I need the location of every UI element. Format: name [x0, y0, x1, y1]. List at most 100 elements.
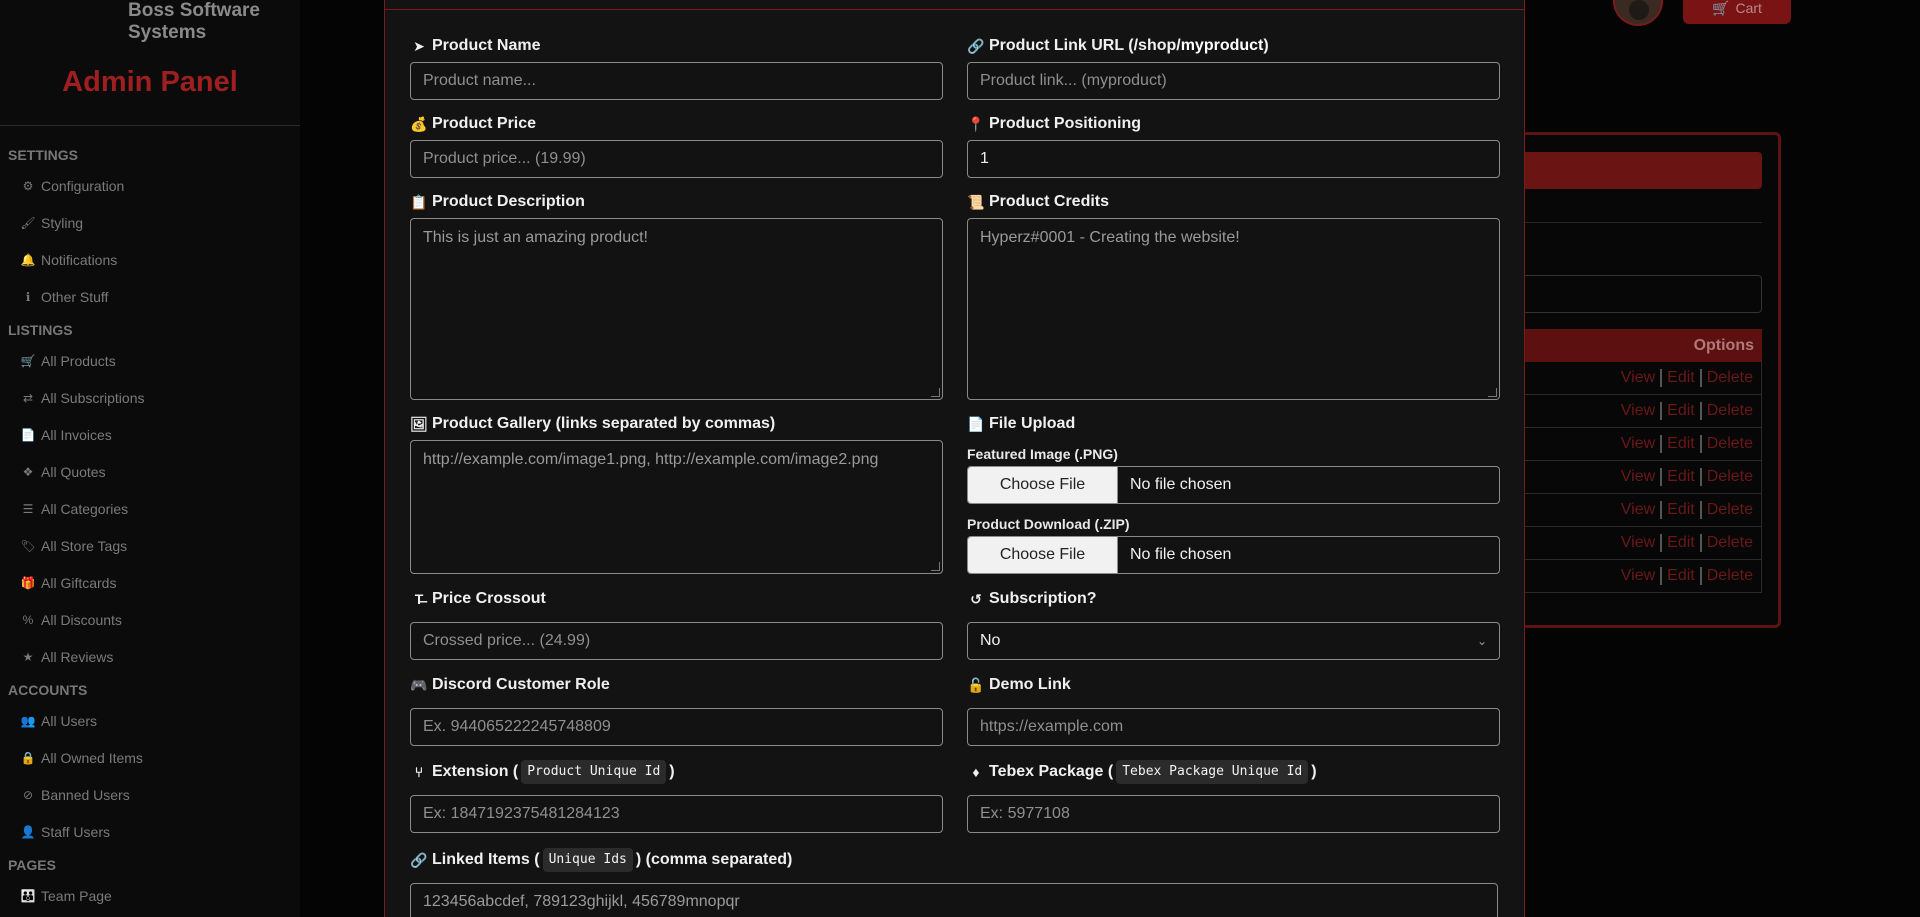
discord-role-label: Discord Customer Role	[432, 676, 610, 693]
product-link-label-bold: myproduct	[1180, 37, 1264, 54]
extension-label-prefix: Extension (	[432, 763, 519, 780]
product-download-status: No file chosen	[1130, 546, 1232, 563]
sidebar-item-all-owned-items[interactable]: 🔒 All Owned Items	[0, 739, 300, 776]
product-download-choose-button[interactable]: Choose File	[968, 537, 1118, 573]
edit-link[interactable]: Edit	[1667, 501, 1695, 519]
sidebar-item-label: Notifications	[41, 251, 118, 268]
sidebar-item-label: All Quotes	[41, 463, 106, 480]
sidebar-item-styling[interactable]: 🖌 Styling	[0, 204, 300, 241]
featured-image-status: No file chosen	[1130, 476, 1232, 493]
edit-link[interactable]: Edit	[1667, 567, 1695, 585]
avatar[interactable]	[1613, 0, 1663, 26]
table-search-input[interactable]	[1510, 275, 1762, 313]
product-positioning-field: 📍 Product Positioning 1	[967, 114, 1500, 178]
percent-icon: %	[22, 612, 34, 627]
delete-link[interactable]: Delete	[1707, 567, 1753, 585]
file-icon: 📄	[967, 416, 985, 432]
edit-link[interactable]: Edit	[1667, 402, 1695, 420]
table-row: View Edit Delete	[1510, 560, 1762, 593]
sidebar-item-label: Banned Users	[41, 786, 130, 803]
product-gallery-field: 🖼 Product Gallery (links separated by com…	[410, 414, 943, 574]
extension-chip: Product Unique Id	[521, 760, 667, 784]
view-link[interactable]: View	[1621, 501, 1655, 519]
sidebar-item-all-giftcards[interactable]: 🎁 All Giftcards	[0, 564, 300, 601]
file-upload-field: 📄 File Upload Featured Image (.PNG) Choos…	[967, 414, 1500, 574]
extension-input[interactable]: Ex: 1847192375481284123	[410, 795, 943, 833]
diamond-icon: ♦	[972, 764, 980, 780]
product-credits-textarea[interactable]: Hyperz#0001 - Creating the website!	[967, 218, 1500, 400]
view-link[interactable]: View	[1621, 402, 1655, 420]
map-pin-icon: 📍	[967, 116, 985, 132]
product-positioning-input[interactable]: 1	[967, 140, 1500, 178]
code-fork-icon: ⑂	[414, 764, 424, 780]
delete-link[interactable]: Delete	[1707, 501, 1753, 519]
sidebar-item-all-discounts[interactable]: % All Discounts	[0, 601, 300, 638]
subscription-label: Subscription?	[989, 590, 1097, 607]
delete-link[interactable]: Delete	[1707, 468, 1753, 486]
edit-link[interactable]: Edit	[1667, 369, 1695, 387]
sidebar-item-label: Team Page	[41, 887, 112, 904]
sidebar-item-staff-users[interactable]: 👤 Staff Users	[0, 813, 300, 850]
discord-role-input[interactable]: Ex. 944065222245748809	[410, 708, 943, 746]
edit-link[interactable]: Edit	[1667, 468, 1695, 486]
demo-link-input[interactable]: https://example.com	[967, 708, 1500, 746]
cart-button[interactable]: 🛒 Cart	[1683, 0, 1791, 24]
view-link[interactable]: View	[1621, 468, 1655, 486]
sidebar-item-all-users[interactable]: 👥 All Users	[0, 702, 300, 739]
sidebar-item-team-page[interactable]: 👪 Team Page	[0, 877, 300, 914]
delete-link[interactable]: Delete	[1707, 402, 1753, 420]
edit-link[interactable]: Edit	[1667, 534, 1695, 552]
view-link[interactable]: View	[1621, 567, 1655, 585]
sidebar-item-all-subscriptions[interactable]: ⇄ All Subscriptions	[0, 379, 300, 416]
edit-link[interactable]: Edit	[1667, 435, 1695, 453]
action-divider	[1660, 501, 1663, 519]
delete-link[interactable]: Delete	[1707, 369, 1753, 387]
tebex-input[interactable]: Ex: 5977108	[967, 795, 1500, 833]
sidebar-section-accounts: ACCOUNTS	[8, 682, 88, 698]
card-divider	[1510, 222, 1762, 223]
sidebar-item-label: All Users	[41, 712, 98, 729]
product-name-input[interactable]: Product name...	[410, 62, 943, 100]
sidebar-item-other-stuff[interactable]: ℹ Other Stuff	[0, 278, 300, 315]
demo-link-field: 🔓 Demo Link https://example.com	[967, 675, 1500, 746]
sidebar-item-notifications[interactable]: 🔔 Notifications	[0, 241, 300, 278]
demo-link-label: Demo Link	[989, 676, 1071, 693]
view-link[interactable]: View	[1621, 369, 1655, 387]
brand-name[interactable]: Boss Software Systems	[128, 0, 300, 44]
featured-image-input[interactable]: Choose File No file chosen	[967, 466, 1500, 504]
sidebar-item-all-reviews[interactable]: ★ All Reviews	[0, 638, 300, 675]
sidebar-item-all-categories[interactable]: ☰ All Categories	[0, 490, 300, 527]
action-divider	[1699, 369, 1702, 387]
sidebar-item-label: All Owned Items	[41, 749, 143, 766]
view-link[interactable]: View	[1621, 435, 1655, 453]
sidebar-item-configuration[interactable]: ⚙ Configuration	[0, 167, 300, 204]
products-table: Options View Edit Delete View Edit Delete View…	[1510, 329, 1762, 593]
delete-link[interactable]: Delete	[1707, 435, 1753, 453]
cart-icon: 🛒	[1712, 0, 1730, 16]
product-gallery-textarea[interactable]: http://example.com/image1.png, http://ex…	[410, 440, 943, 574]
gift-icon: 🎁	[20, 575, 36, 590]
sidebar-item-all-products[interactable]: 🛒 All Products	[0, 342, 300, 379]
link-icon: 🔗	[967, 38, 985, 54]
repeat-icon: ⇄	[22, 390, 34, 405]
product-description-textarea[interactable]: This is just an amazing product!	[410, 218, 943, 400]
price-crossout-input[interactable]: Crossed price... (24.99)	[410, 622, 943, 660]
delete-link[interactable]: Delete	[1707, 534, 1753, 552]
product-download-input[interactable]: Choose File No file chosen	[967, 536, 1500, 574]
action-divider	[1660, 402, 1663, 420]
sidebar-item-banned-users[interactable]: ⊘ Banned Users	[0, 776, 300, 813]
sidebar-item-all-quotes[interactable]: ❖ All Quotes	[0, 453, 300, 490]
info-icon: ℹ	[25, 289, 31, 304]
subscription-select[interactable]: No ⌄	[967, 622, 1500, 660]
cubes-icon: ❖	[22, 464, 34, 479]
extension-field: ⑂ Extension (Product Unique Id) Ex: 18471…	[410, 760, 943, 833]
featured-image-choose-button[interactable]: Choose File	[968, 467, 1118, 503]
add-product-modal: ➤ Product Name Product name... 🔗 Product L…	[384, 0, 1525, 917]
product-price-input[interactable]: Product price... (19.99)	[410, 140, 943, 178]
product-link-input[interactable]: Product link... (myproduct)	[967, 62, 1500, 100]
sidebar-item-all-store-tags[interactable]: 🏷 All Store Tags	[0, 527, 300, 564]
sidebar-item-all-invoices[interactable]: 📄 All Invoices	[0, 416, 300, 453]
view-link[interactable]: View	[1621, 534, 1655, 552]
linked-items-input[interactable]: 123456abcdef, 789123ghijkl, 456789mnopqr	[410, 883, 1498, 917]
images-icon: 🖼	[410, 416, 428, 432]
